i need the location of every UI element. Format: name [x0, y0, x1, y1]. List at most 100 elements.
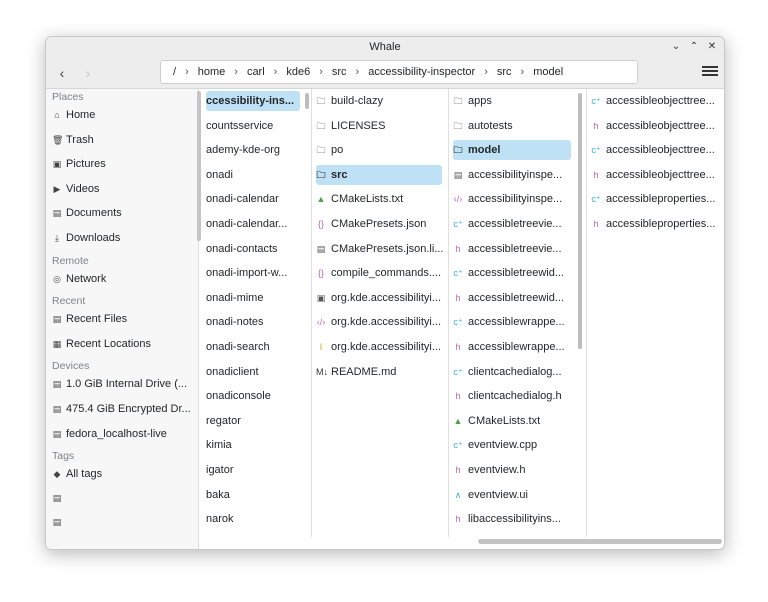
- file-name: LICENSES: [331, 119, 386, 132]
- forward-arrow-icon[interactable]: ›: [78, 63, 98, 83]
- file-item[interactable]: ▲ CMakeLists.txt: [453, 411, 575, 431]
- file-item[interactable]: onadi-mime: [206, 288, 304, 308]
- column-1-scrollbar[interactable]: [305, 93, 309, 109]
- cpp-file-icon: c⁺: [591, 145, 601, 156]
- file-item[interactable]: 🗀 model: [453, 140, 571, 161]
- file-item[interactable]: c⁺ accessibletreewid...: [453, 263, 575, 283]
- file-item[interactable]: ∧ eventview.ui: [453, 485, 575, 505]
- file-item[interactable]: onadi-contacts: [206, 239, 304, 259]
- file-item[interactable]: c⁺ accessibleobjecttree...: [591, 91, 719, 111]
- file-item[interactable]: c⁺ accessiblewrappe...: [453, 312, 575, 332]
- file-item[interactable]: ‹/› org.kde.accessibilityi...: [316, 312, 446, 332]
- sidebar-item-places-1[interactable]: 🗑 Trash: [52, 134, 94, 146]
- breadcrumb-item[interactable]: home: [192, 66, 232, 78]
- sidebar-item-devices-2[interactable]: ▤ fedora_localhost-live: [52, 428, 167, 440]
- file-item[interactable]: baka: [206, 485, 304, 505]
- file-item[interactable]: M↓ README.md: [316, 362, 446, 382]
- breadcrumb-item[interactable]: accessibility-inspector: [362, 66, 481, 78]
- file-item[interactable]: igator: [206, 460, 304, 480]
- tag-entry-icon[interactable]: ▤: [52, 517, 62, 527]
- file-item[interactable]: 🗀 po: [316, 140, 446, 160]
- file-item[interactable]: onadi-search: [206, 337, 304, 357]
- breadcrumb[interactable]: / › home › carl › kde6 › src › accessibility-inspe…: [160, 60, 638, 84]
- file-item[interactable]: ▤ CMakePresets.json.li...: [316, 239, 446, 259]
- file-item[interactable]: c⁺ accessibleobjecttree...: [591, 140, 719, 160]
- hamburger-menu-icon[interactable]: [702, 64, 718, 80]
- file-item[interactable]: h eventview.h: [453, 460, 575, 480]
- file-item[interactable]: c⁺ accessibleproperties...: [591, 189, 719, 209]
- file-item[interactable]: onadiconsole: [206, 386, 304, 406]
- file-item[interactable]: h accessibleproperties...: [591, 214, 719, 234]
- file-item[interactable]: Iorg.kde.accessibilityi...: [316, 337, 446, 357]
- file-item[interactable]: narok: [206, 509, 304, 529]
- file-item[interactable]: onadi-calendar...: [206, 214, 304, 234]
- horizontal-scrollbar[interactable]: [478, 539, 722, 544]
- sidebar-item-places-2[interactable]: ▣ Pictures: [52, 158, 106, 170]
- file-item[interactable]: onadi: [206, 165, 304, 185]
- file-item[interactable]: onadi-calendar: [206, 189, 304, 209]
- file-item[interactable]: h libaccessibilityins...: [453, 509, 575, 529]
- back-arrow-icon[interactable]: ‹: [52, 63, 72, 83]
- sidebar-item-places-3[interactable]: ▶ Videos: [52, 183, 100, 195]
- sidebar-item-recent-0[interactable]: ▤ Recent Files: [52, 313, 127, 325]
- file-item[interactable]: {} CMakePresets.json: [316, 214, 446, 234]
- file-item[interactable]: onadi-notes: [206, 312, 304, 332]
- file-name: onadi-contacts: [206, 242, 278, 255]
- file-item[interactable]: 🗀 LICENSES: [316, 116, 446, 136]
- file-item[interactable]: {} compile_commands....: [316, 263, 446, 283]
- cpp-file-icon: c⁺: [453, 440, 463, 451]
- file-item[interactable]: h accessibletreewid...: [453, 288, 575, 308]
- tag-entry-icon[interactable]: ▤: [52, 493, 62, 503]
- sidebar-item-devices-1[interactable]: ▤ 475.4 GiB Encrypted Dr...: [52, 403, 191, 415]
- breadcrumb-item[interactable]: /: [167, 66, 182, 78]
- file-item[interactable]: regator: [206, 411, 304, 431]
- file-item[interactable]: 🗀 build-clazy: [316, 91, 446, 111]
- file-item[interactable]: c⁺ eventview.cpp: [453, 435, 575, 455]
- file-item[interactable]: ▤ accessibilityinspe...: [453, 165, 575, 185]
- sidebar-item-recent-1[interactable]: ▦ Recent Locations: [52, 338, 151, 350]
- minimize-icon[interactable]: ⌄: [670, 41, 682, 53]
- breadcrumb-separator-icon: ›: [319, 66, 323, 78]
- file-item[interactable]: h accessibletreevie...: [453, 239, 575, 259]
- tag-icon: ▤: [52, 492, 62, 503]
- sidebar-item-remote-0[interactable]: ◎ Network: [52, 273, 106, 285]
- file-item[interactable]: onadi-import-w...: [206, 263, 304, 283]
- file-name: regator: [206, 414, 241, 427]
- file-item[interactable]: c⁺ accessibletreevie...: [453, 214, 575, 234]
- header-file-icon: h: [455, 514, 461, 525]
- file-item[interactable]: h accessibleobjecttree...: [591, 116, 719, 136]
- file-item[interactable]: h clientcachedialog.h: [453, 386, 575, 406]
- sidebar-scrollbar[interactable]: [197, 91, 201, 241]
- sidebar-item-devices-0[interactable]: ▤ 1.0 GiB Internal Drive (...: [52, 378, 187, 390]
- file-item[interactable]: kimia: [206, 435, 304, 455]
- file-item[interactable]: countsservice: [206, 116, 304, 136]
- file-item[interactable]: ▲ CMakeLists.txt: [316, 189, 446, 209]
- sidebar-item-tags-0[interactable]: ◆ All tags: [52, 468, 103, 480]
- breadcrumb-item[interactable]: src: [491, 66, 518, 78]
- breadcrumb-separator-icon: ›: [234, 66, 238, 78]
- breadcrumb-item[interactable]: src: [326, 66, 353, 78]
- file-item[interactable]: ccessibility-ins...: [206, 91, 300, 111]
- sidebar-item-places-0[interactable]: ⌂ Home: [52, 109, 95, 121]
- maximize-icon[interactable]: ⌃: [688, 41, 700, 53]
- file-name: onadi-import-w...: [206, 267, 288, 280]
- file-item[interactable]: onadiclient: [206, 362, 304, 382]
- breadcrumb-item[interactable]: model: [527, 66, 569, 78]
- sidebar-item-places-5[interactable]: ⤓ Downloads: [52, 232, 120, 244]
- sidebar-item-label: 475.4 GiB Encrypted Dr...: [66, 403, 191, 415]
- column-3-scrollbar[interactable]: [578, 93, 582, 349]
- sidebar-item-places-4[interactable]: ▤ Documents: [52, 207, 122, 219]
- file-item[interactable]: ▣ org.kde.accessibilityi...: [316, 288, 446, 308]
- file-item[interactable]: h accessibleobjecttree...: [591, 165, 719, 185]
- file-item[interactable]: ‹/› accessibilityinspe...: [453, 189, 575, 209]
- file-item[interactable]: c⁺ clientcachedialog...: [453, 362, 575, 382]
- file-item[interactable]: 🗀 apps: [453, 91, 575, 111]
- close-icon[interactable]: ✕: [706, 41, 718, 53]
- file-item[interactable]: h accessiblewrappe...: [453, 337, 575, 357]
- breadcrumb-item[interactable]: kde6: [280, 66, 316, 78]
- file-item[interactable]: 🗀 src: [316, 164, 442, 185]
- breadcrumb-item[interactable]: carl: [241, 66, 271, 78]
- file-name: src: [331, 168, 348, 181]
- file-item[interactable]: ademy-kde-org: [206, 140, 304, 160]
- file-item[interactable]: 🗀 autotests: [453, 116, 575, 136]
